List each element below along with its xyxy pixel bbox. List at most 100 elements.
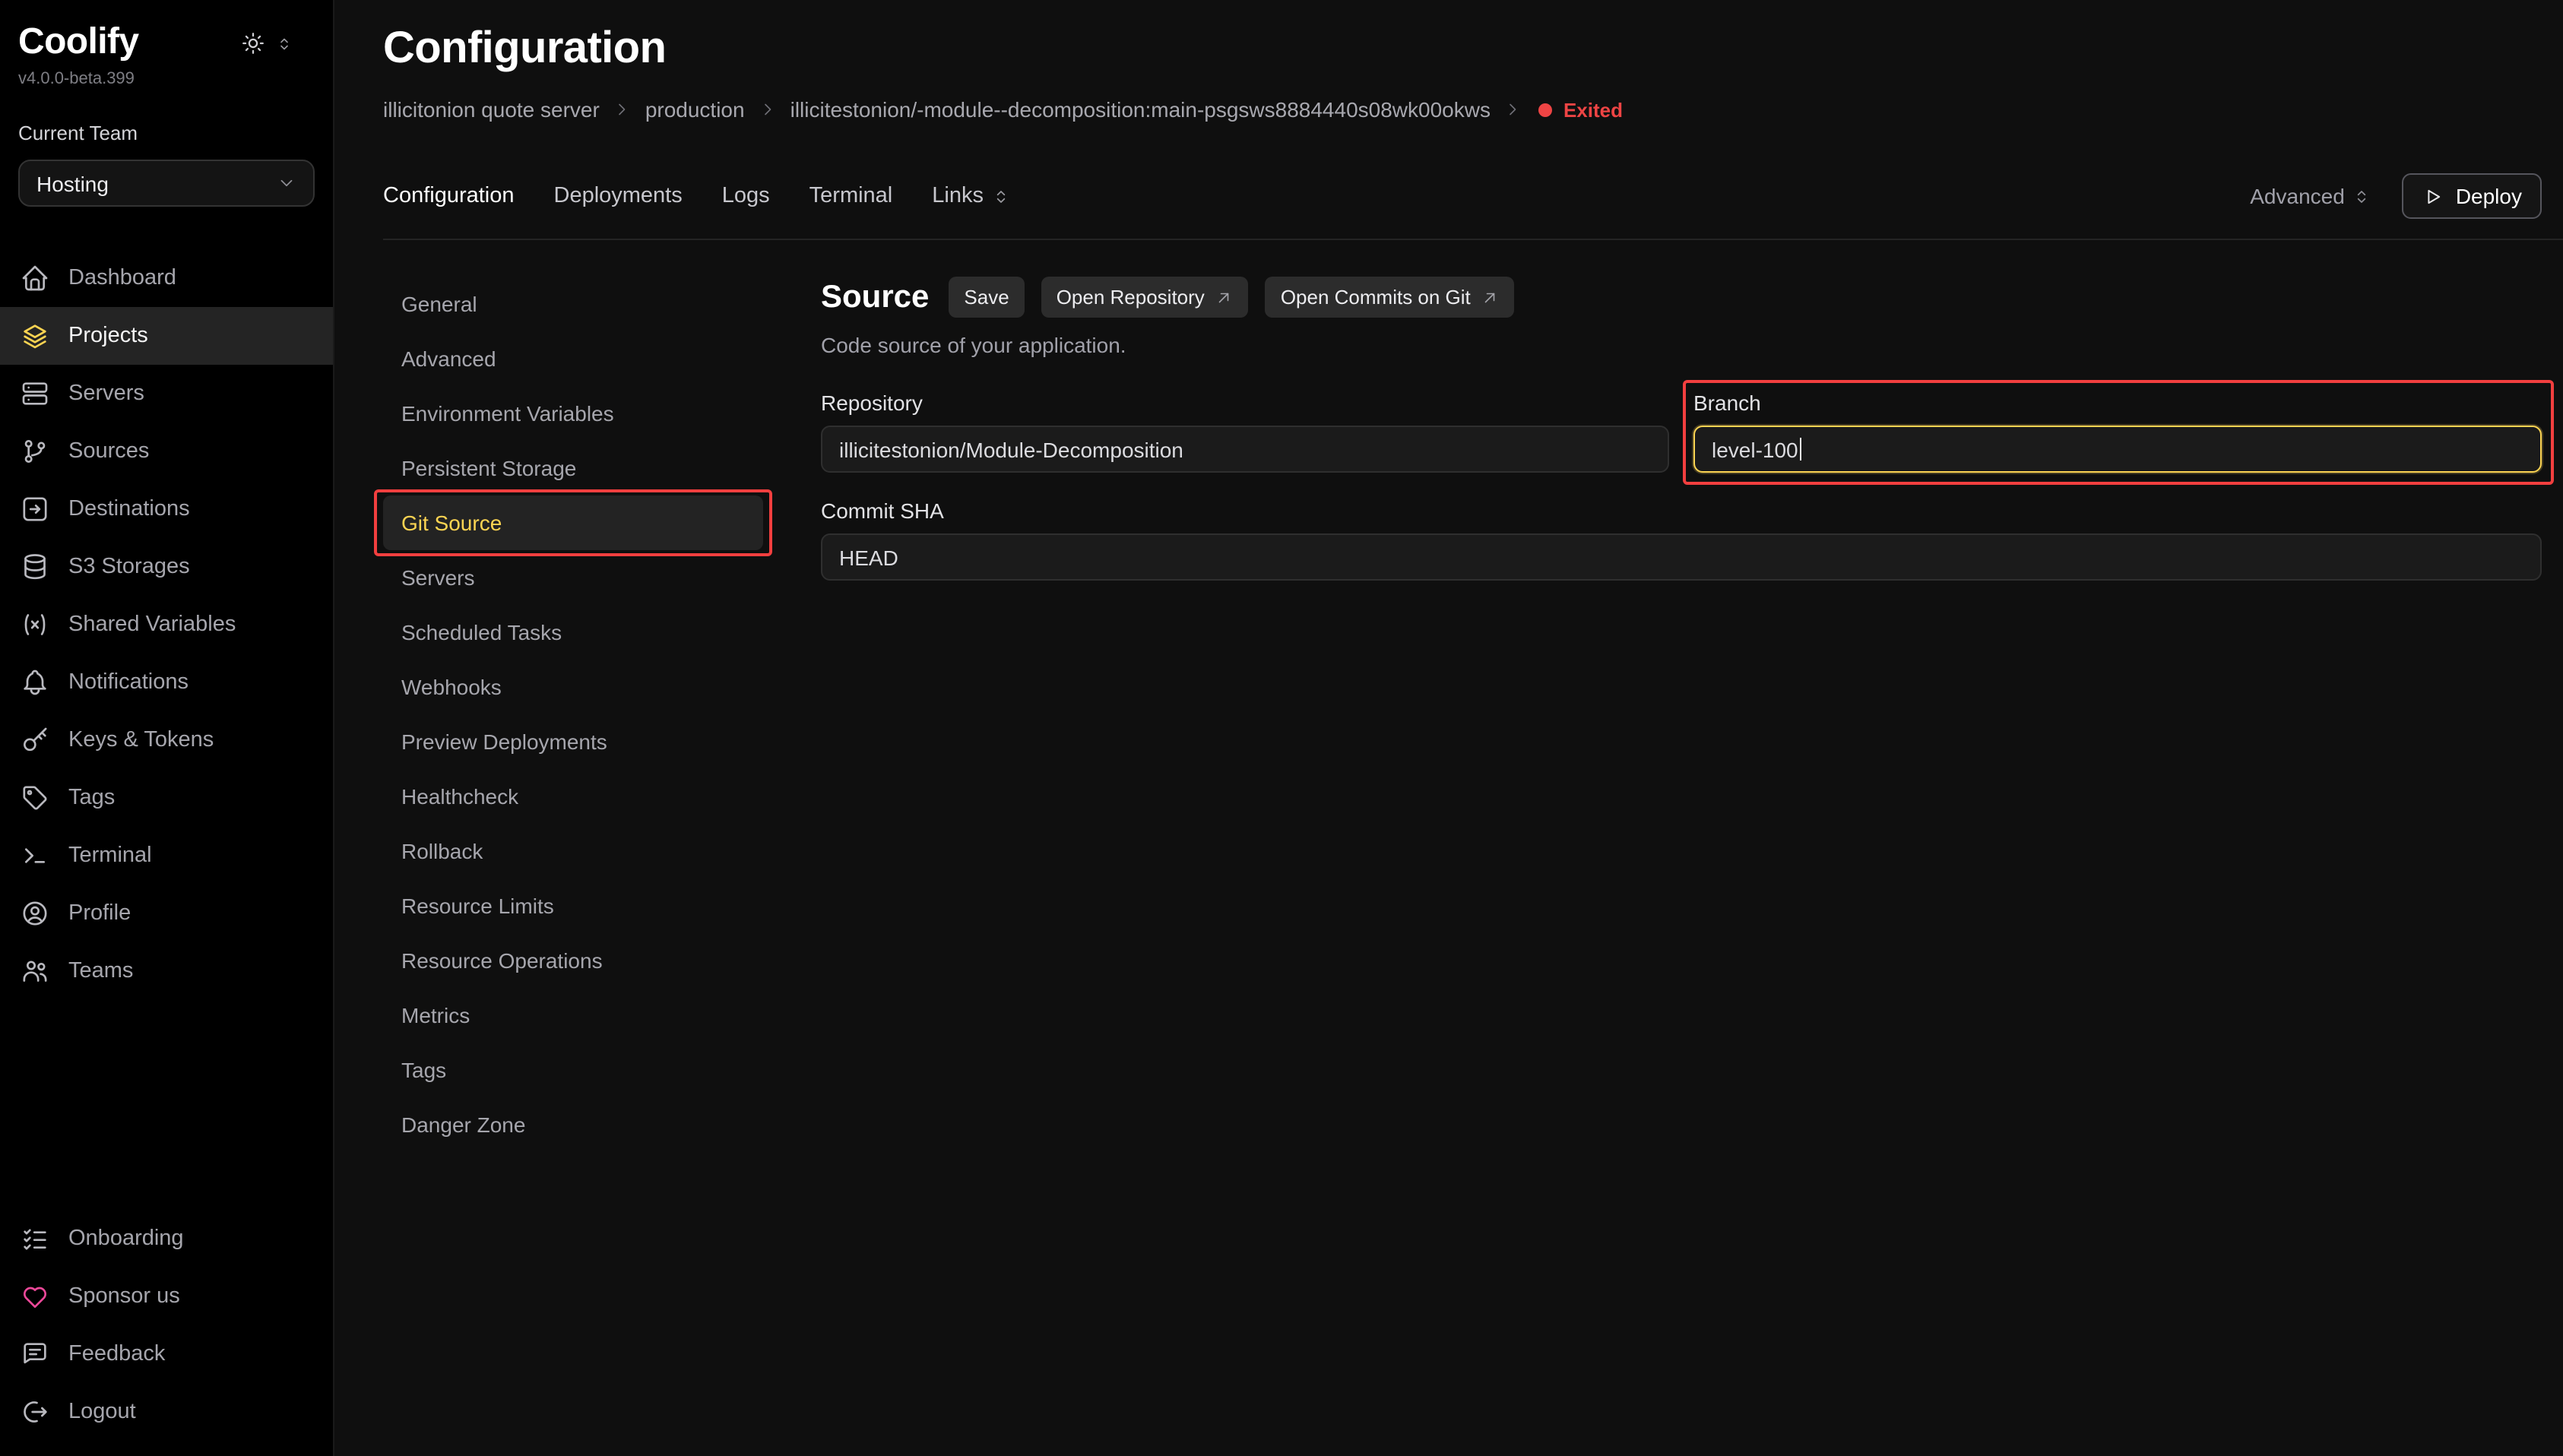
sidebar-item-label: Profile (68, 901, 131, 926)
status-badge: Exited (1539, 98, 1623, 121)
sidebar-item-label: Servers (68, 381, 144, 406)
subnav-servers[interactable]: Servers (383, 550, 763, 605)
deploy-button-label: Deploy (2456, 184, 2522, 208)
sidebar-item-shared-variables[interactable]: Shared Variables (0, 596, 333, 654)
subnav-resource-limits[interactable]: Resource Limits (383, 878, 763, 933)
sidebar-item-label: Projects (68, 324, 148, 348)
subnav-resource-operations[interactable]: Resource Operations (383, 933, 763, 988)
subnav-git-source[interactable]: Git Source (383, 495, 763, 550)
sidebar-item-sources[interactable]: Sources (0, 423, 333, 480)
subnav-metrics[interactable]: Metrics (383, 988, 763, 1043)
sidebar-item-s3-storages[interactable]: S3 Storages (0, 538, 333, 596)
source-fields: Repository Branch level-100 Commit SHA (821, 391, 2542, 581)
advanced-label: Advanced (2250, 184, 2345, 208)
variable-icon (20, 609, 50, 640)
sidebar-item-onboarding[interactable]: Onboarding (0, 1210, 333, 1268)
selector-icon (275, 34, 293, 52)
theme-switcher[interactable] (240, 30, 293, 56)
sidebar-item-keys-tokens[interactable]: Keys & Tokens (0, 711, 333, 769)
sidebar-item-terminal[interactable]: Terminal (0, 827, 333, 885)
external-link-icon (1215, 288, 1234, 306)
subnav-scheduled-tasks[interactable]: Scheduled Tasks (383, 605, 763, 660)
subnav-rollback[interactable]: Rollback (383, 824, 763, 878)
sidebar-item-label: Feedback (68, 1342, 165, 1366)
sidebar-item-profile[interactable]: Profile (0, 885, 333, 942)
subnav-advanced[interactable]: Advanced (383, 331, 763, 386)
tab-deployments[interactable]: Deployments (554, 184, 683, 208)
sidebar-item-label: Shared Variables (68, 612, 236, 637)
tag-icon (20, 783, 50, 813)
subnav-danger-zone[interactable]: Danger Zone (383, 1097, 763, 1152)
tab-configuration[interactable]: Configuration (383, 184, 515, 208)
sidebar-item-label: Dashboard (68, 266, 176, 290)
config-subnav: General Advanced Environment Variables P… (383, 277, 763, 1456)
app-logo[interactable]: Coolify (18, 21, 138, 64)
sidebar-item-label: Keys & Tokens (68, 728, 214, 752)
app-version: v4.0.0-beta.399 (18, 70, 315, 88)
tab-terminal[interactable]: Terminal (809, 184, 893, 208)
source-description: Code source of your application. (821, 333, 2542, 357)
main-content: Configuration illicitonion quote server … (334, 0, 2563, 1456)
tab-links[interactable]: Links (932, 184, 1011, 208)
server-icon (20, 378, 50, 409)
commit-sha-input[interactable] (821, 533, 2542, 581)
feedback-message-icon (20, 1339, 50, 1369)
breadcrumb-application[interactable]: illicitestonion/-module--decomposition:m… (790, 97, 1491, 122)
chevron-right-icon (759, 100, 777, 119)
subnav-environment-variables[interactable]: Environment Variables (383, 386, 763, 441)
sidebar-item-dashboard[interactable]: Dashboard (0, 249, 333, 307)
open-commits-label: Open Commits on Git (1281, 286, 1471, 309)
subnav-healthcheck[interactable]: Healthcheck (383, 769, 763, 824)
database-icon (20, 552, 50, 582)
subnav-persistent-storage[interactable]: Persistent Storage (383, 441, 763, 495)
subnav-preview-deployments[interactable]: Preview Deployments (383, 714, 763, 769)
sidebar: Coolify v4.0.0-beta.399 Current Team Hos… (0, 0, 334, 1456)
subnav-general[interactable]: General (383, 277, 763, 331)
tab-bar-actions: Advanced Deploy (2250, 173, 2542, 219)
sidebar-item-logout[interactable]: Logout (0, 1383, 333, 1441)
sidebar-item-notifications[interactable]: Notifications (0, 654, 333, 711)
sidebar-item-label: Sponsor us (68, 1284, 180, 1309)
heart-icon (20, 1281, 50, 1312)
repository-input[interactable] (821, 426, 1669, 473)
source-panel-header: Source Save Open Repository Open Commits… (821, 277, 2542, 318)
sidebar-item-teams[interactable]: Teams (0, 942, 333, 1000)
sidebar-item-label: Terminal (68, 844, 152, 868)
terminal-icon (20, 840, 50, 871)
team-select[interactable]: Hosting (18, 160, 315, 207)
teams-icon (20, 956, 50, 986)
selector-icon (2352, 186, 2372, 206)
sidebar-item-servers[interactable]: Servers (0, 365, 333, 423)
deploy-button[interactable]: Deploy (2403, 173, 2542, 219)
sidebar-item-label: Teams (68, 959, 133, 983)
sidebar-item-tags[interactable]: Tags (0, 769, 333, 827)
current-team-label: Current Team (18, 122, 315, 144)
chevron-down-icon (277, 173, 296, 193)
open-repository-button[interactable]: Open Repository (1041, 277, 1249, 318)
open-commits-button[interactable]: Open Commits on Git (1266, 277, 1515, 318)
subnav-webhooks[interactable]: Webhooks (383, 660, 763, 714)
sidebar-item-sponsor-us[interactable]: Sponsor us (0, 1268, 333, 1325)
sidebar-item-label: Sources (68, 439, 149, 464)
save-button[interactable]: Save (949, 277, 1024, 318)
sidebar-spacer (0, 1000, 333, 1210)
subnav-tags[interactable]: Tags (383, 1043, 763, 1097)
branch-input[interactable]: level-100 (1693, 426, 2542, 473)
chevron-right-icon (613, 100, 632, 119)
breadcrumb-environment[interactable]: production (645, 97, 745, 122)
profile-icon (20, 898, 50, 929)
source-panel: Source Save Open Repository Open Commits… (821, 277, 2563, 1456)
chevron-right-icon (1504, 100, 1522, 119)
advanced-toggle[interactable]: Advanced (2250, 184, 2372, 208)
sidebar-item-projects[interactable]: Projects (0, 307, 333, 365)
bell-icon (20, 667, 50, 698)
breadcrumb-project[interactable]: illicitonion quote server (383, 97, 600, 122)
sidebar-item-label: Onboarding (68, 1227, 184, 1251)
tab-logs[interactable]: Logs (722, 184, 770, 208)
git-branch-icon (20, 436, 50, 467)
tab-links-label: Links (932, 184, 984, 208)
tab-bar: Configuration Deployments Logs Terminal … (383, 173, 2563, 240)
sidebar-item-feedback[interactable]: Feedback (0, 1325, 333, 1383)
sidebar-item-destinations[interactable]: Destinations (0, 480, 333, 538)
sidebar-nav: Dashboard Projects Servers Sources Desti… (0, 249, 333, 1000)
